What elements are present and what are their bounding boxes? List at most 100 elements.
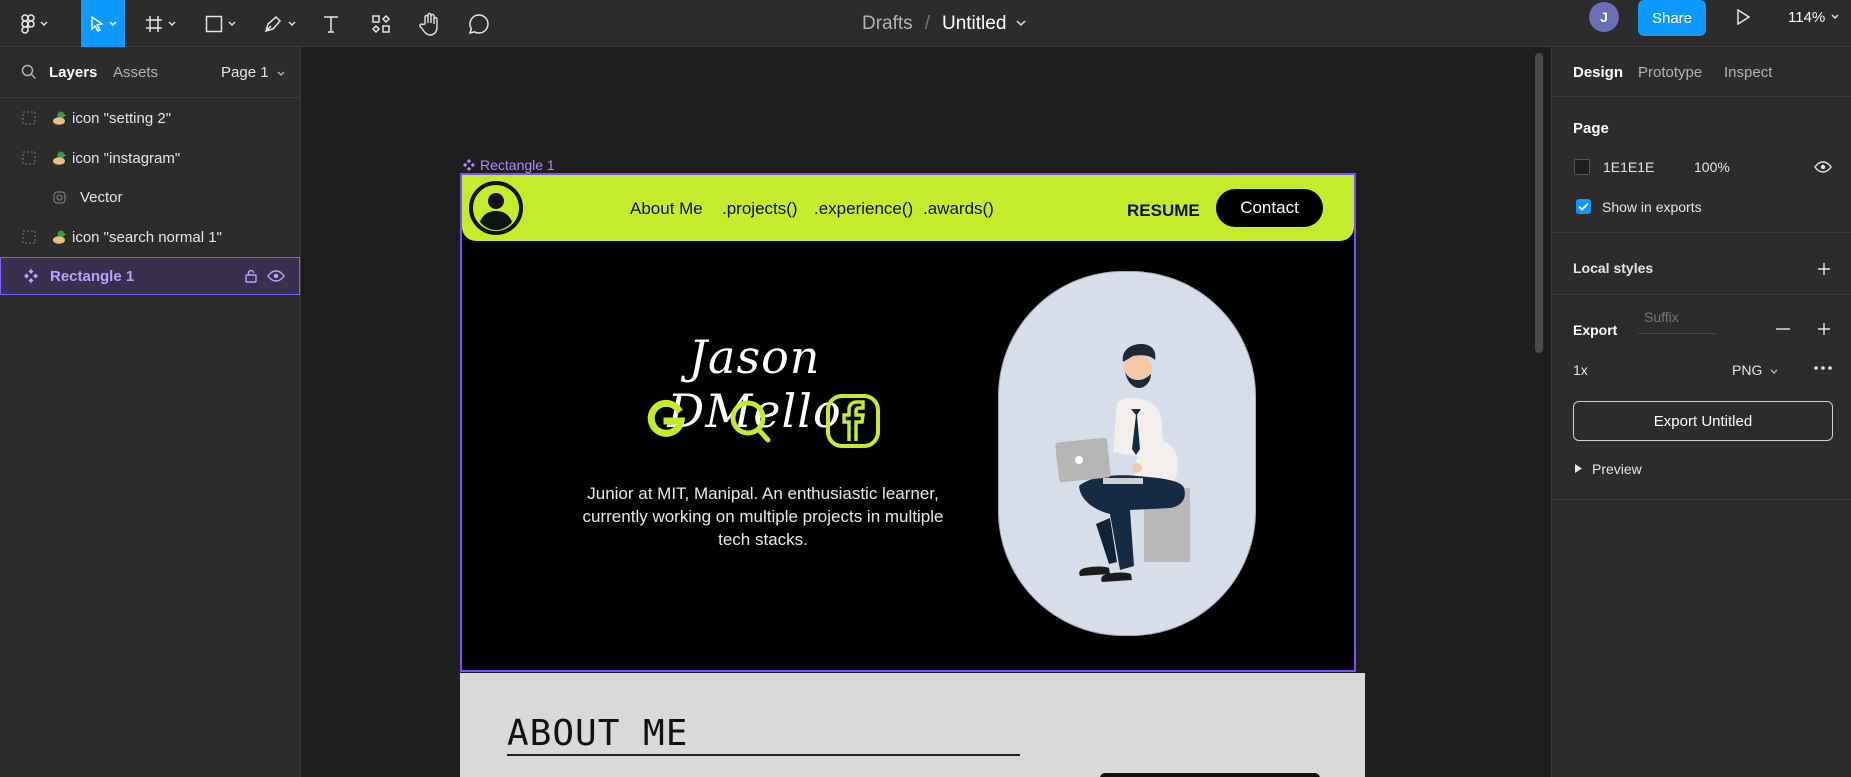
- drafts-link[interactable]: Drafts: [862, 13, 913, 35]
- tab-design[interactable]: Design: [1573, 64, 1623, 81]
- move-tool-button[interactable]: [81, 0, 125, 47]
- right-panel-tabs: Design Prototype Inspect: [1552, 47, 1851, 97]
- text-icon[interactable]: [316, 0, 346, 47]
- move-icon: [90, 15, 104, 32]
- about-underline: [507, 754, 1020, 756]
- nav-projects[interactable]: .projects(): [722, 199, 798, 219]
- layer-item[interactable]: icon "instagram": [0, 139, 300, 177]
- caret-right-icon[interactable]: [1575, 464, 1582, 473]
- share-button[interactable]: Share: [1638, 0, 1706, 36]
- page-opacity-value[interactable]: 100%: [1694, 159, 1730, 175]
- google-icon[interactable]: [645, 397, 687, 443]
- checkmark-icon: [1578, 202, 1589, 211]
- frame-label-text: Rectangle 1: [480, 157, 555, 173]
- pen-icon[interactable]: [259, 0, 299, 47]
- divider: [1552, 232, 1851, 233]
- local-styles-heading: Local styles: [1573, 260, 1654, 276]
- preview-toggle[interactable]: Preview: [1592, 461, 1642, 477]
- page-color-value[interactable]: 1E1E1E: [1603, 159, 1654, 175]
- export-format-select[interactable]: PNG: [1732, 362, 1778, 378]
- figma-menu-icon[interactable]: [14, 0, 54, 47]
- layer-label: icon "search normal 1": [72, 228, 222, 246]
- profile-logo-icon: [469, 181, 523, 235]
- hero-frame[interactable]: About Me .projects() .experience() .awar…: [460, 173, 1356, 672]
- zoom-dropdown[interactable]: 114%: [1788, 0, 1839, 34]
- design-canvas[interactable]: Rectangle 1 About Me .projects() .experi…: [301, 47, 1551, 777]
- nav-about-me[interactable]: About Me: [630, 199, 703, 219]
- show-in-exports-checkbox[interactable]: [1576, 199, 1591, 214]
- add-style-icon[interactable]: [1817, 262, 1831, 276]
- frame-icon: [22, 230, 36, 244]
- hero-illustration: [998, 271, 1256, 636]
- frame-icon[interactable]: [140, 0, 180, 47]
- layer-item-selected[interactable]: Rectangle 1: [0, 257, 300, 295]
- tab-layers[interactable]: Layers: [49, 64, 97, 81]
- canvas-scrollbar[interactable]: [1535, 53, 1543, 353]
- breadcrumb-separator: /: [924, 12, 930, 34]
- layer-label: icon "setting 2": [72, 109, 172, 127]
- page-color-swatch[interactable]: [1574, 159, 1590, 175]
- breadcrumb: Drafts / Untitled: [862, 0, 1026, 47]
- chevron-down-icon: [1831, 14, 1839, 19]
- eye-icon[interactable]: [1814, 161, 1832, 173]
- about-section[interactable]: ABOUT ME: [460, 673, 1365, 777]
- page-selector[interactable]: Page 1: [221, 64, 285, 81]
- duck-icon: [53, 151, 67, 165]
- top-toolbar: Drafts / Untitled J Share 114%: [0, 0, 1851, 47]
- divider: [1552, 294, 1851, 295]
- left-panel-tabs: Layers Assets Page 1: [0, 47, 300, 98]
- tab-prototype[interactable]: Prototype: [1638, 64, 1702, 81]
- chevron-down-icon[interactable]: [1016, 20, 1026, 27]
- chevron-down-icon: [1770, 369, 1778, 374]
- add-export-icon[interactable]: [1817, 322, 1831, 336]
- play-icon[interactable]: [1730, 0, 1756, 34]
- layer-item[interactable]: icon "setting 2": [0, 99, 300, 137]
- layer-label: Rectangle 1: [50, 267, 135, 285]
- component-icon: [463, 159, 475, 171]
- hand-icon[interactable]: [415, 0, 445, 47]
- export-suffix-placeholder: Suffix: [1644, 309, 1679, 325]
- tab-assets[interactable]: Assets: [113, 64, 158, 81]
- file-title[interactable]: Untitled: [942, 13, 1006, 35]
- page-heading: Page: [1573, 120, 1609, 137]
- zoom-value: 114%: [1788, 8, 1826, 26]
- hero-bio: Junior at MIT, Manipal. An enthusiastic …: [582, 484, 944, 549]
- export-heading: Export: [1573, 322, 1618, 338]
- vector-icon: [53, 191, 66, 203]
- frame-icon: [22, 111, 36, 125]
- component-icon: [24, 269, 38, 283]
- export-suffix-input[interactable]: Suffix: [1638, 299, 1716, 334]
- layer-item[interactable]: Vector: [0, 178, 300, 216]
- layer-item[interactable]: icon "search normal 1": [0, 218, 300, 256]
- nav-experience[interactable]: .experience(): [814, 199, 913, 219]
- about-button-edge: [1100, 773, 1320, 777]
- site-navbar: About Me .projects() .experience() .awar…: [462, 175, 1354, 241]
- facebook-icon[interactable]: [825, 393, 881, 449]
- eye-icon[interactable]: [267, 270, 285, 282]
- export-button[interactable]: Export Untitled: [1573, 401, 1833, 441]
- comment-icon[interactable]: [464, 0, 494, 47]
- properties-panel: Design Prototype Inspect Page 1E1E1E 100…: [1551, 47, 1851, 777]
- more-options-icon[interactable]: [1814, 366, 1832, 370]
- layer-label: Vector: [80, 188, 123, 206]
- search-icon[interactable]: [728, 397, 774, 445]
- resume-link[interactable]: RESUME: [1127, 201, 1200, 221]
- export-format-value: PNG: [1732, 362, 1763, 378]
- duck-icon: [53, 111, 67, 125]
- contact-button[interactable]: Contact: [1216, 189, 1323, 227]
- nav-awards[interactable]: .awards(): [923, 199, 994, 219]
- components-icon[interactable]: [366, 0, 396, 47]
- tab-inspect[interactable]: Inspect: [1724, 64, 1772, 81]
- search-icon[interactable]: [21, 64, 37, 80]
- remove-export-icon[interactable]: [1776, 328, 1790, 330]
- layers-panel: Layers Assets Page 1 icon "setting 2" ic…: [0, 47, 301, 777]
- divider: [1552, 499, 1851, 500]
- unlock-icon[interactable]: [245, 269, 257, 283]
- about-title: ABOUT ME: [507, 713, 689, 754]
- frame-label[interactable]: Rectangle 1: [463, 157, 555, 173]
- frame-icon: [22, 151, 36, 165]
- rectangle-icon[interactable]: [200, 0, 240, 47]
- chevron-down-icon: [277, 71, 285, 76]
- avatar[interactable]: J: [1589, 2, 1619, 32]
- export-scale[interactable]: 1x: [1573, 362, 1588, 378]
